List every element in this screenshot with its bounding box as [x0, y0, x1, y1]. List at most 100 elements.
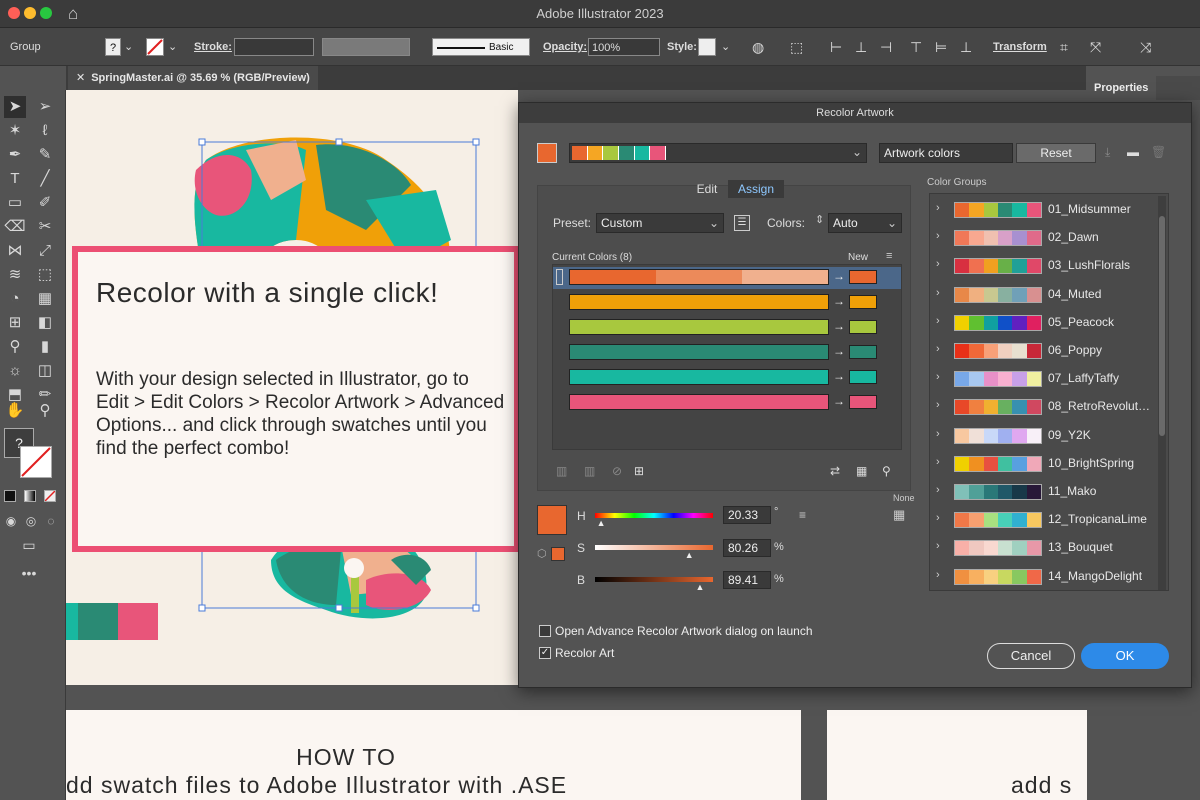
color-group-item[interactable]: › 10_BrightSpring	[930, 450, 1160, 478]
draw-inside-icon[interactable]: ◌	[40, 510, 62, 532]
lasso-icon[interactable]: ℓ	[34, 120, 56, 142]
mesh-icon[interactable]: ⊞	[4, 312, 26, 334]
b-value-field[interactable]: 89.41	[723, 571, 771, 589]
direct-selection-icon[interactable]: ➢	[34, 96, 56, 118]
color-group-item[interactable]: › 09_Y2K	[930, 422, 1160, 450]
chevron-right-icon[interactable]: ›	[936, 202, 940, 214]
new-color-swatch[interactable]	[849, 270, 877, 284]
randomize-order-icon[interactable]: ⇄	[830, 464, 840, 478]
stroke-box[interactable]	[20, 446, 52, 478]
s-value-field[interactable]: 80.26	[723, 539, 771, 557]
transform-link[interactable]: Transform	[993, 38, 1047, 56]
merge-colors-icon[interactable]: ▥	[556, 464, 567, 478]
color-group-item[interactable]: › 06_Poppy	[930, 337, 1160, 365]
arrow-right-icon[interactable]: →	[833, 269, 845, 283]
curvature-icon[interactable]: ✎	[34, 144, 56, 166]
new-row-icon[interactable]: ⊞	[634, 464, 644, 478]
arrow-right-icon[interactable]: →	[833, 369, 845, 383]
gamut-color-swatch[interactable]	[551, 547, 565, 561]
current-color-swatch[interactable]	[537, 143, 557, 163]
rectangle-tool-icon[interactable]: ▭	[4, 192, 26, 214]
arrow-right-icon[interactable]: →	[833, 394, 845, 408]
chevron-down-icon[interactable]: ⌄	[168, 38, 177, 56]
chevron-right-icon[interactable]: ›	[936, 540, 940, 552]
trash-icon[interactable]: 🗑	[1151, 145, 1166, 159]
artboard-tool-icon[interactable]: ◫	[34, 360, 56, 382]
color-mode-icon[interactable]	[4, 490, 16, 502]
reflect-icon[interactable]: ⋈	[4, 240, 26, 262]
align-top-icon[interactable]: ⊤	[910, 38, 922, 56]
gradient-icon[interactable]: ◧	[34, 312, 56, 334]
slider-menu-icon[interactable]: ≡	[799, 508, 806, 522]
zoom-tool-icon[interactable]: ⚲	[34, 400, 56, 422]
current-color-bar[interactable]	[569, 294, 829, 310]
draw-normal-icon[interactable]: ◉	[0, 510, 22, 532]
chevron-right-icon[interactable]: ›	[936, 343, 940, 355]
brush-definition[interactable]: Basic	[432, 38, 530, 56]
chevron-right-icon[interactable]: ›	[936, 569, 940, 581]
hand-tool-icon[interactable]: ✋	[4, 400, 26, 422]
recolor-icon[interactable]: ◍	[752, 38, 764, 56]
symbol-sprayer-icon[interactable]: ☼	[4, 360, 26, 382]
row-handle-icon[interactable]	[556, 269, 563, 285]
arrange-icon[interactable]: ⤧	[1090, 38, 1101, 56]
color-reduction-icon[interactable]: ☰	[734, 215, 750, 231]
color-group-item[interactable]: › 07_LaffyTaffy	[930, 365, 1160, 393]
chevron-right-icon[interactable]: ›	[936, 315, 940, 327]
chevron-right-icon[interactable]: ›	[936, 456, 940, 468]
width-tool-icon[interactable]: ≋	[4, 264, 26, 286]
chevron-right-icon[interactable]: ›	[936, 399, 940, 411]
stroke-swatch[interactable]	[146, 38, 164, 56]
new-color-swatch[interactable]	[849, 320, 877, 334]
color-group-item[interactable]: › 03_LushFlorals	[930, 252, 1160, 280]
new-color-swatch[interactable]	[849, 395, 877, 409]
close-tab-icon[interactable]: ✕	[76, 72, 85, 84]
brightness-slider[interactable]: ▲	[595, 577, 713, 592]
align-left-icon[interactable]: ⊢	[830, 38, 842, 56]
tab-assign[interactable]: Assign	[728, 180, 784, 198]
color-group-item[interactable]: › 02_Dawn	[930, 224, 1160, 252]
arrow-right-icon[interactable]: →	[833, 294, 845, 308]
colors-count-select[interactable]: Auto ⌄	[828, 213, 902, 233]
color-group-item[interactable]: › 12_TropicanaLime	[930, 506, 1160, 534]
current-color-bar[interactable]	[569, 369, 829, 385]
hue-slider-thumb[interactable]: ▲	[597, 518, 606, 528]
color-group-item[interactable]: › 11_Mako	[930, 478, 1160, 506]
separate-colors-icon[interactable]: ▥	[584, 464, 595, 478]
variable-width-profile[interactable]	[322, 38, 410, 56]
shape-builder-icon[interactable]: ◔	[4, 288, 26, 310]
cancel-button[interactable]: Cancel	[987, 643, 1075, 669]
color-library-icon[interactable]: ▦	[893, 507, 905, 523]
type-tool-icon[interactable]: T	[4, 168, 26, 190]
more-tools-icon[interactable]: •••	[18, 562, 40, 584]
opacity-label[interactable]: Opacity:	[543, 38, 587, 56]
current-color-bar[interactable]	[569, 319, 829, 335]
scale-icon[interactable]: ⤢	[34, 240, 56, 262]
brightness-slider-thumb[interactable]: ▲	[696, 582, 705, 592]
paintbrush-icon[interactable]: ✐	[34, 192, 56, 214]
ok-button[interactable]: OK	[1081, 643, 1169, 669]
chevron-right-icon[interactable]: ›	[936, 230, 940, 242]
launch-dialog-checkbox[interactable]	[539, 625, 551, 637]
chevron-down-icon[interactable]: ⌄	[124, 38, 133, 56]
eyedropper-icon[interactable]: ⚲	[4, 336, 26, 358]
selection-tool-icon[interactable]: ➤	[4, 96, 26, 118]
isolate-icon[interactable]: ⌗	[1060, 38, 1068, 56]
randomize-saturation-icon[interactable]: ▦	[856, 464, 867, 478]
recolor-art-checkbox[interactable]: ✓	[539, 647, 551, 659]
chevron-right-icon[interactable]: ›	[936, 484, 940, 496]
folder-icon[interactable]: ▬	[1127, 145, 1139, 159]
chevron-right-icon[interactable]: ›	[936, 371, 940, 383]
h-value-field[interactable]: 20.33	[723, 506, 771, 524]
properties-tab[interactable]: Properties	[1086, 76, 1156, 100]
pen-tool-icon[interactable]: ✒	[4, 144, 26, 166]
chevron-right-icon[interactable]: ›	[936, 512, 940, 524]
color-group-dropdown[interactable]: ⌄	[569, 143, 867, 163]
fill-swatch[interactable]: ?	[105, 38, 121, 56]
scissors-icon[interactable]: ✂	[34, 216, 56, 238]
graphic-style-swatch[interactable]	[698, 38, 716, 56]
align-right-icon[interactable]: ⊣	[880, 38, 892, 56]
exclude-colors-icon[interactable]: ⊘	[612, 464, 622, 478]
hue-slider[interactable]: ▲	[595, 513, 713, 528]
free-transform-icon[interactable]: ⬚	[34, 264, 56, 286]
